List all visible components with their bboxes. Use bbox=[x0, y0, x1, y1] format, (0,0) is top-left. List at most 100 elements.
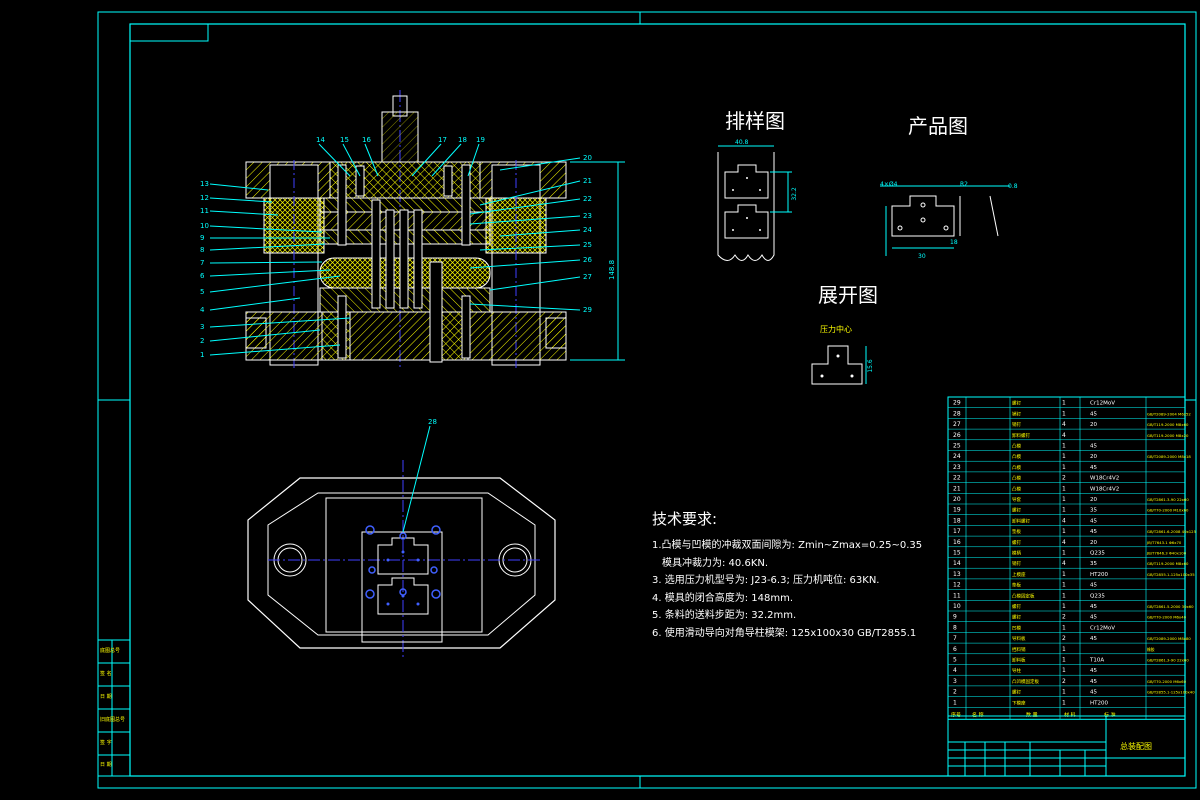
bom-name: 螺钉 bbox=[1012, 614, 1021, 621]
callout-label: 9 bbox=[200, 234, 204, 242]
callout-label: 26 bbox=[583, 256, 592, 264]
side-title-block bbox=[97, 639, 131, 777]
bom-standard: GB/T2089-2000 M8x80 bbox=[1147, 636, 1191, 641]
bom-qty: 1 bbox=[1062, 410, 1066, 417]
bom-material: 45 bbox=[1090, 604, 1097, 610]
bom-standard: GB/T2855.1-125x100x35 bbox=[1147, 572, 1195, 577]
bom-name: 凸模 bbox=[1012, 485, 1021, 492]
bom-name: 凸模 bbox=[1012, 443, 1021, 450]
side-block-label: 签 字 bbox=[100, 739, 112, 746]
bom-no: 11 bbox=[953, 592, 961, 599]
callout-label: 6 bbox=[200, 272, 205, 280]
bom-material: HT200 bbox=[1090, 572, 1108, 578]
bom-standard: GB/T70-2000 M6x60 bbox=[1147, 679, 1187, 684]
bom-no: 20 bbox=[953, 496, 961, 503]
bom-name: 卸料螺钉 bbox=[1012, 432, 1030, 439]
bom-standard: GB/T119-2000 M8x60 bbox=[1147, 561, 1189, 566]
bom-no: 10 bbox=[953, 603, 961, 610]
bom-material: 45 bbox=[1090, 679, 1097, 685]
bom-material: 35 bbox=[1090, 508, 1097, 514]
bom-no: 24 bbox=[953, 453, 961, 460]
callout-label: 25 bbox=[583, 241, 592, 249]
bom-standard: JB/T7643.1 Φ6x70 bbox=[1146, 540, 1182, 545]
bom-qty: 1 bbox=[1062, 507, 1066, 514]
side-block-label: 底图总号 bbox=[100, 647, 120, 654]
bom-name: 卸料螺钉 bbox=[1012, 517, 1030, 524]
bom-standard: 橡胶 bbox=[1147, 647, 1155, 652]
bom-name: 下模座 bbox=[1012, 699, 1026, 706]
bom-material: 45 bbox=[1090, 636, 1097, 642]
bom-qty: 1 bbox=[1062, 496, 1066, 503]
die-height-label: 148.8 bbox=[608, 260, 616, 280]
die-height-dimension bbox=[570, 161, 625, 361]
bom-qty: 1 bbox=[1062, 667, 1066, 674]
callout-label: 27 bbox=[583, 273, 592, 281]
bom-qty: 1 bbox=[1062, 592, 1066, 599]
bom-no: 15 bbox=[953, 550, 961, 557]
product-width-label: 30 bbox=[918, 253, 926, 260]
product-view bbox=[880, 185, 1010, 256]
bom-qty: 1 bbox=[1062, 400, 1066, 407]
callout-label: 12 bbox=[200, 194, 209, 202]
bom-name: 螺钉 bbox=[1012, 400, 1021, 407]
bom-name: 螺钉 bbox=[1012, 689, 1021, 696]
side-block-label: 日 期 bbox=[100, 762, 112, 768]
bom-name: 销钉 bbox=[1012, 560, 1021, 567]
bom-no: 17 bbox=[953, 528, 961, 535]
bom-name: 上模座 bbox=[1012, 571, 1026, 578]
bom-name: 模柄 bbox=[1012, 550, 1021, 557]
bom-standard: GB/T2855.1-125x100x40 bbox=[1147, 690, 1195, 695]
strip-pitch-label: 32.2 bbox=[791, 187, 798, 201]
bom-name: 凸模 bbox=[1012, 475, 1021, 482]
bom-standard: GB/T119-2000 M8x20 bbox=[1147, 433, 1189, 438]
bom-standard: GB/T70-2000 M6x40 bbox=[1147, 615, 1187, 620]
unfold-title: 展开图 bbox=[818, 283, 878, 307]
bom-no: 13 bbox=[953, 571, 961, 578]
bom-no: 26 bbox=[953, 432, 961, 439]
bom-header-cell: 数 量 bbox=[1026, 711, 1038, 718]
bom-frame bbox=[947, 396, 1186, 720]
bom-qty: 1 bbox=[1062, 485, 1066, 492]
bom-material: 45 bbox=[1090, 444, 1097, 450]
bom-no: 1 bbox=[953, 699, 957, 706]
bom-no: 29 bbox=[953, 400, 961, 407]
bom-name: 销钉 bbox=[1012, 410, 1021, 417]
bom-qty: 1 bbox=[1062, 528, 1066, 535]
side-block-label: 签 名 bbox=[100, 670, 112, 677]
drawing-title: 总装配图 bbox=[1120, 741, 1152, 751]
bom-qty: 1 bbox=[1062, 550, 1066, 557]
bom-no: 28 bbox=[953, 410, 961, 417]
bom-no: 25 bbox=[953, 443, 961, 450]
bom-standard: GB/T2089-2000 M8x18 bbox=[1147, 454, 1191, 459]
bom-standard: GB/T2861.3-90 22x60 bbox=[1147, 497, 1189, 502]
callout-label: 1 bbox=[200, 351, 204, 359]
bom-qty: 1 bbox=[1062, 624, 1066, 631]
bom-name: 螺钉 bbox=[1012, 603, 1021, 610]
side-title-labels: 底图总号签 名日 期旧底图总号签 字日 期 bbox=[100, 647, 125, 768]
bom-no: 4 bbox=[953, 667, 957, 674]
bom-standard: GB/T119-2000 M8x60 bbox=[1147, 422, 1189, 427]
callout-label: 29 bbox=[583, 306, 592, 314]
bom-standard: GB/T70-2000 M10x60 bbox=[1147, 508, 1189, 513]
bom-name: 凸模 bbox=[1012, 453, 1021, 460]
bom-material: 45 bbox=[1090, 690, 1097, 696]
callout-label: 10 bbox=[200, 222, 209, 230]
bom-material: T10A bbox=[1089, 658, 1104, 664]
bom-material: 20 bbox=[1090, 497, 1097, 503]
bom-material: 35 bbox=[1090, 561, 1097, 567]
bom-no: 18 bbox=[953, 517, 961, 524]
callout-label: 15 bbox=[340, 136, 349, 144]
bom-name: 螺钉 bbox=[1012, 507, 1021, 514]
callout-label: 5 bbox=[200, 288, 204, 296]
bom-material: 45 bbox=[1090, 583, 1097, 589]
bom-name: 垫板 bbox=[1012, 528, 1021, 535]
bom-no: 16 bbox=[953, 539, 961, 546]
tech-line-2: 模具冲裁力为: 40.6KN. bbox=[662, 557, 769, 569]
bom-qty: 4 bbox=[1062, 421, 1066, 428]
callout-label: 2 bbox=[200, 337, 204, 345]
tech-line-5: 5. 条料的送料步距为: 32.2mm. bbox=[652, 610, 797, 621]
tech-line-3: 3. 选用压力机型号为: J23-6.3; 压力机吨位: 63KN. bbox=[652, 575, 880, 586]
tech-heading: 技术要求: bbox=[652, 510, 718, 528]
callout-label: 19 bbox=[476, 136, 485, 144]
product-r-label: R2 bbox=[960, 181, 968, 188]
